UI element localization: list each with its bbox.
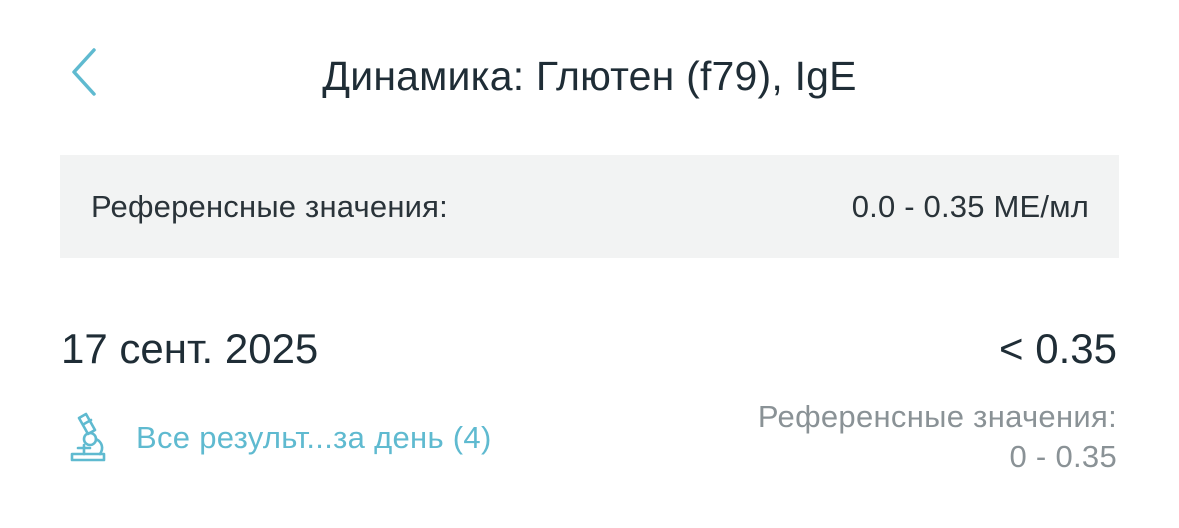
microscope-icon	[66, 412, 110, 464]
header: Динамика: Глютен (f79), IgE	[0, 0, 1179, 150]
all-results-label: Все результ...за день (4)	[136, 420, 492, 455]
result-reference-label: Референсные значения:	[757, 399, 1117, 434]
reference-values-label: Референсные значения:	[91, 188, 448, 224]
reference-values-panel: Референсные значения: 0.0 - 0.35 МЕ/мл	[60, 155, 1119, 258]
result-value: < 0.35	[999, 325, 1117, 372]
all-results-link[interactable]: Все результ...за день (4)	[66, 408, 492, 468]
result-date: 17 сент. 2025	[61, 325, 319, 372]
screen: Динамика: Глютен (f79), IgE Референсные …	[0, 0, 1179, 528]
reference-values-range: 0.0 - 0.35 МЕ/мл	[851, 188, 1089, 224]
result-reference-range: 0 - 0.35	[1009, 439, 1117, 474]
page-title: Динамика: Глютен (f79), IgE	[322, 53, 857, 99]
result-reference-values: Референсные значения: 0 - 0.35	[758, 397, 1117, 477]
